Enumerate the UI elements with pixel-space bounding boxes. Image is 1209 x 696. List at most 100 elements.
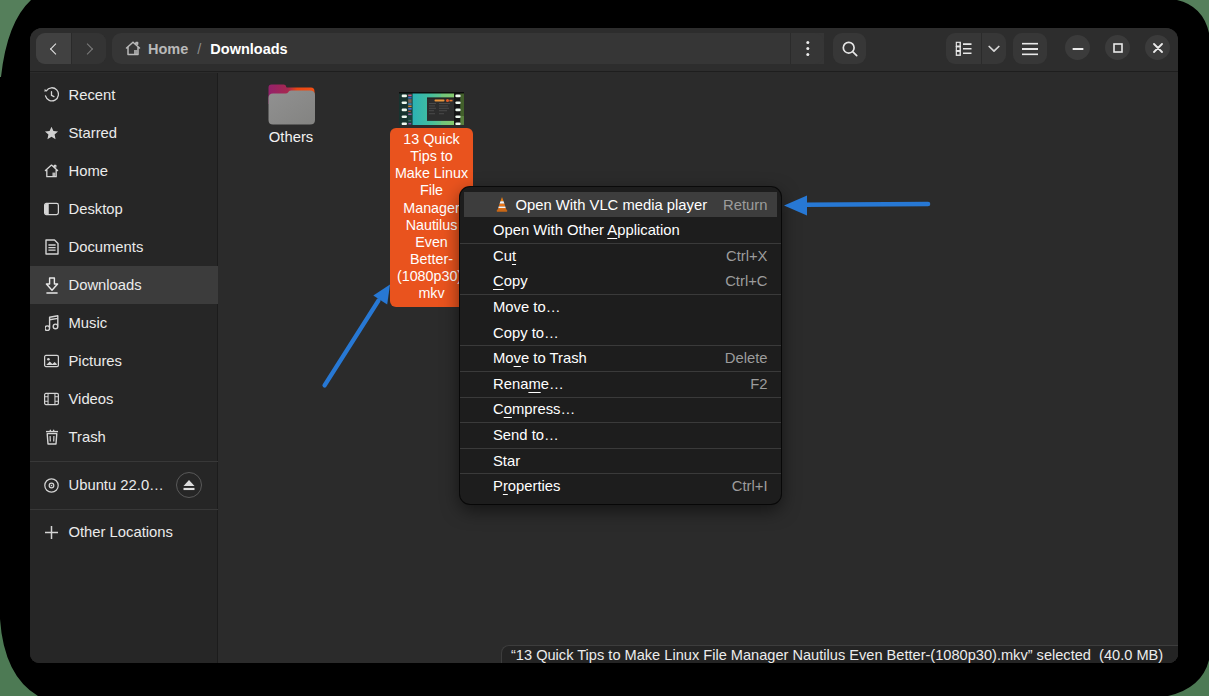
menu-item-label: Star [493, 453, 520, 469]
view-options-button[interactable] [981, 33, 1006, 64]
forward-button[interactable] [71, 33, 106, 64]
chevron-down-icon [988, 45, 1000, 53]
maximize-icon [1113, 43, 1123, 53]
hamburger-icon [1022, 42, 1038, 55]
menu-item-send-to[interactable]: Send to… [464, 422, 777, 448]
sidebar-item-label: Other Locations [69, 524, 173, 540]
folder-label: Others [244, 129, 339, 145]
forward-icon [82, 43, 93, 54]
sidebar-item-desktop[interactable]: Desktop [30, 190, 218, 228]
trash-icon [45, 429, 59, 445]
sidebar-item-downloads[interactable]: Downloads [30, 266, 218, 304]
menu-item-open-with-vlc[interactable]: Open With VLC media player Return [464, 192, 777, 218]
sidebar-item-label: Downloads [69, 277, 142, 293]
menu-item-move-to[interactable]: Move to… [464, 294, 777, 320]
list-view-button[interactable] [946, 33, 981, 64]
sidebar-item-recent[interactable]: Recent [30, 76, 218, 114]
minimize-button[interactable] [1065, 35, 1090, 60]
sidebar-item-label: Desktop [69, 201, 123, 217]
corner-top-right [1177, 0, 1209, 33]
back-button[interactable] [36, 33, 71, 64]
sidebar-item-trash[interactable]: Trash [30, 418, 218, 456]
path-bar[interactable]: Home / Downloads [112, 33, 824, 64]
menu-item-label: Open With Other Application [493, 222, 680, 238]
sidebar: Recent Starred Home Desktop [30, 73, 218, 663]
recent-icon [44, 87, 59, 103]
status-text: “13 Quick Tips to Make Linux File Manage… [511, 646, 1163, 664]
menu-item-rename[interactable]: Rename… F2 [464, 371, 777, 397]
document-icon [45, 239, 59, 255]
corner-top-left [0, 0, 31, 77]
picture-icon [44, 354, 59, 368]
menu-item-label: Copy [493, 273, 528, 289]
corner-bottom-right [1168, 660, 1209, 696]
menu-item-open-with-other[interactable]: Open With Other Application [464, 217, 777, 243]
desktop-icon [44, 202, 59, 216]
sidebar-item-label: Ubuntu 22.0… [69, 477, 164, 493]
menu-item-accel: Ctrl+C [725, 273, 767, 289]
sidebar-item-pictures[interactable]: Pictures [30, 342, 218, 380]
eject-button[interactable] [176, 472, 202, 498]
breadcrumb-home[interactable]: Home [148, 41, 188, 57]
breadcrumb-separator: / [197, 41, 201, 57]
filename-line: 13 Quick [390, 131, 473, 148]
sidebar-item-label: Videos [69, 391, 114, 407]
kebab-icon [806, 41, 809, 44]
menu-item-properties[interactable]: Properties Ctrl+I [464, 473, 777, 499]
maximize-button[interactable] [1105, 35, 1130, 60]
back-icon [49, 43, 60, 54]
folder-item-others[interactable]: Others [244, 84, 339, 145]
sidebar-item-ubuntu-volume[interactable]: Ubuntu 22.0… [30, 462, 218, 508]
menu-item-star[interactable]: Star [464, 448, 777, 474]
sidebar-item-label: Recent [69, 87, 116, 103]
menu-item-label: Copy to… [493, 325, 559, 341]
list-view-icon [955, 41, 972, 56]
sidebar-item-label: Home [69, 163, 108, 179]
home-icon [125, 41, 141, 56]
vlc-icon [493, 196, 511, 213]
menu-item-accel: Ctrl+I [732, 478, 768, 494]
menu-item-accel: F2 [750, 376, 767, 392]
menu-item-label: Move to Trash [493, 350, 587, 366]
download-icon [45, 277, 59, 294]
close-button[interactable] [1145, 35, 1170, 60]
video-file-icon[interactable] [399, 92, 464, 125]
sidebar-item-label: Music [69, 315, 108, 331]
search-button[interactable] [833, 33, 866, 64]
sidebar-item-videos[interactable]: Videos [30, 380, 218, 418]
disc-icon [44, 477, 59, 494]
headerbar: Home / Downloads [30, 28, 1178, 72]
breadcrumb-current[interactable]: Downloads [210, 41, 287, 57]
kebab-icon [806, 53, 809, 56]
sidebar-item-documents[interactable]: Documents [30, 228, 218, 266]
nav-group [36, 33, 106, 64]
menu-item-copy-to[interactable]: Copy to… [464, 320, 777, 346]
menu-item-accel: Ctrl+X [726, 248, 768, 264]
sidebar-item-label: Trash [69, 429, 106, 445]
sidebar-item-starred[interactable]: Starred [30, 114, 218, 152]
sidebar-item-label: Starred [69, 125, 118, 141]
menu-item-accel: Return [723, 197, 767, 213]
menu-item-label: Cut [493, 248, 516, 264]
filename-line: Tips to [390, 148, 473, 165]
path-menu-button[interactable] [790, 33, 824, 64]
terminal-window [427, 97, 454, 120]
sidebar-item-label: Documents [69, 239, 144, 255]
kebab-icon [806, 47, 809, 50]
filename-line: Make Linux [390, 165, 473, 182]
menu-item-label: Move to… [493, 299, 560, 315]
sidebar-item-home[interactable]: Home [30, 152, 218, 190]
star-icon [44, 125, 59, 141]
menu-item-label: Send to… [493, 427, 559, 443]
plus-icon [44, 525, 59, 540]
menu-item-move-to-trash[interactable]: Move to Trash Delete [464, 345, 777, 371]
home-small-icon [44, 163, 59, 179]
menu-item-cut[interactable]: Cut Ctrl+X [464, 243, 777, 269]
sidebar-item-music[interactable]: Music [30, 304, 218, 342]
main-menu-button[interactable] [1013, 33, 1047, 64]
sidebar-item-other-locations[interactable]: Other Locations [30, 513, 218, 551]
menu-item-compress[interactable]: Compress… [464, 397, 777, 423]
menu-item-copy[interactable]: Copy Ctrl+C [464, 269, 777, 295]
close-icon [1153, 43, 1163, 53]
music-icon [45, 315, 59, 331]
